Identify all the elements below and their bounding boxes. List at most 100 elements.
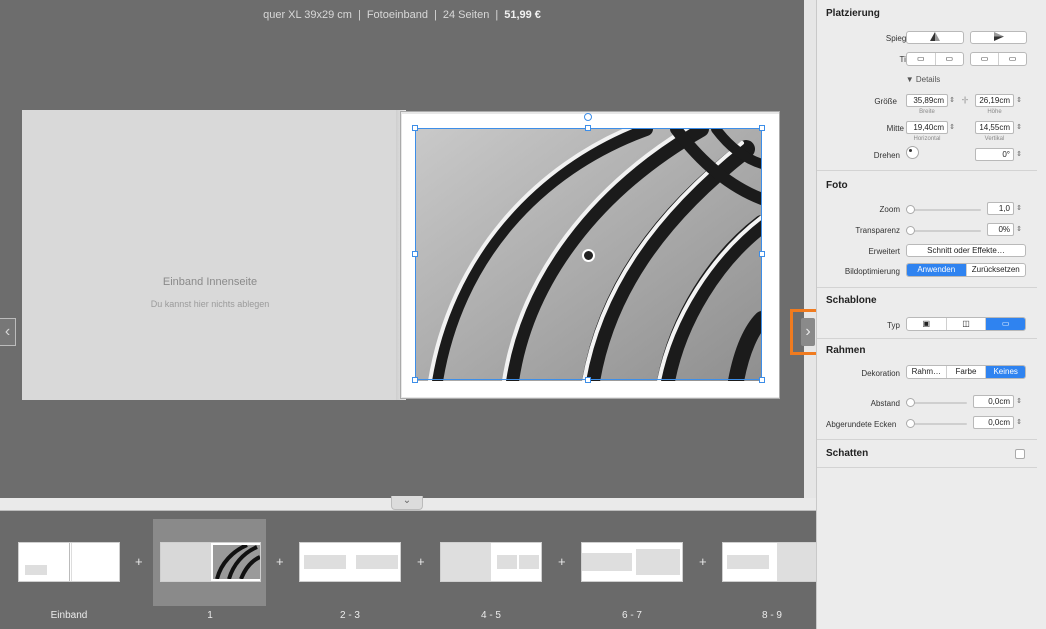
apply-optimization-button[interactable]: Anwenden — [907, 264, 967, 276]
height-stepper[interactable]: ⇕ — [1015, 94, 1023, 107]
send-backward-icon[interactable]: ▭ — [971, 53, 999, 65]
thumbnail-pages-4-5[interactable] — [440, 542, 542, 582]
transparency-field[interactable]: 0% — [987, 223, 1014, 236]
mirror-vertical-button[interactable] — [906, 31, 964, 44]
section-divider — [817, 338, 1037, 339]
depth-front-buttons[interactable]: ▭ ▭ — [906, 52, 964, 66]
book-info-header: quer XL 39x29 cm | Fotoeinband | 24 Seiten | 5… — [263, 9, 541, 21]
rotate-label: Drehen — [873, 151, 900, 160]
editor-canvas[interactable]: quer XL 39x29 cm | Fotoeinband | 24 Seiten | 5… — [0, 0, 804, 498]
zoom-stepper[interactable]: ⇕ — [1015, 202, 1023, 215]
book-pages: 24 Seiten — [442, 9, 490, 21]
distance-label: Abstand — [870, 399, 900, 408]
thumbnail-label-8-9: 8 - 9 — [761, 610, 782, 621]
resize-handle-top[interactable] — [585, 125, 591, 131]
resize-handle-left[interactable] — [412, 251, 418, 257]
transparency-label: Transparenz — [855, 226, 900, 235]
add-page-icon[interactable]: + — [558, 554, 566, 569]
rotate-field[interactable]: 0° — [975, 148, 1014, 161]
center-horizontal-stepper[interactable]: ⇕ — [948, 121, 956, 134]
resize-handle-right[interactable] — [759, 251, 765, 257]
book-format: quer XL 39x29 cm — [263, 9, 352, 21]
thumbnail-pages-6-7[interactable] — [581, 542, 683, 582]
zoom-field[interactable]: 1,0 — [987, 202, 1014, 215]
send-to-back-icon[interactable]: ▭ — [999, 53, 1026, 65]
resize-handle-bl[interactable] — [412, 377, 418, 383]
book-binding: Fotoeinband — [366, 9, 428, 21]
template-photo-icon[interactable]: ▣ — [907, 318, 947, 330]
add-page-icon[interactable]: + — [417, 554, 425, 569]
horizontal-sublabel: Horizontal — [913, 136, 941, 142]
bring-forward-icon[interactable]: ▭ — [907, 53, 936, 65]
book-price: 51,99 € — [504, 9, 541, 21]
rounded-corners-field[interactable]: 0,0cm — [973, 416, 1014, 429]
cover-inner-page: Einband Innenseite Du kannst hier nichts… — [22, 110, 398, 400]
decoration-none-option[interactable]: Keines — [986, 366, 1025, 378]
center-vertical-stepper[interactable]: ⇕ — [1015, 121, 1023, 134]
rotate-dial[interactable] — [906, 146, 919, 159]
thumbnail-page-1[interactable] — [160, 542, 261, 582]
reset-optimization-button[interactable]: Zurücksetzen — [967, 264, 1026, 276]
zoom-slider[interactable] — [909, 209, 981, 211]
resize-handle-bottom[interactable] — [585, 377, 591, 383]
distance-slider-knob[interactable] — [906, 398, 915, 407]
move-handle-icon[interactable] — [582, 249, 595, 262]
template-empty-icon[interactable]: ▭ — [986, 318, 1025, 330]
distance-stepper[interactable]: ⇕ — [1015, 395, 1023, 408]
height-field[interactable]: 26,19cm — [975, 94, 1014, 107]
zoom-label: Zoom — [879, 205, 900, 214]
shadow-checkbox[interactable] — [1015, 449, 1025, 459]
resize-handle-tl[interactable] — [412, 125, 418, 131]
add-page-icon[interactable]: + — [135, 554, 143, 569]
mirror-horizontal-button[interactable] — [970, 31, 1027, 44]
transparency-slider[interactable] — [909, 230, 981, 232]
depth-back-buttons[interactable]: ▭ ▭ — [970, 52, 1027, 66]
decoration-color-option[interactable]: Farbe — [947, 366, 987, 378]
thumbnail-label-1: 1 — [207, 610, 213, 621]
rounded-corners-stepper[interactable]: ⇕ — [1015, 416, 1023, 429]
add-page-icon[interactable]: + — [276, 554, 284, 569]
type-label: Typ — [887, 321, 900, 330]
decoration-segment[interactable]: Rahm… Farbe Keines — [906, 365, 1026, 379]
collapse-strip-button[interactable]: ⌄ — [391, 496, 423, 510]
center-horizontal-field[interactable]: 19,40cm — [906, 121, 948, 134]
template-text-icon[interactable]: ◫ — [947, 318, 987, 330]
transparency-slider-knob[interactable] — [906, 226, 915, 235]
resize-handle-tr[interactable] — [759, 125, 765, 131]
thumbnail-pages-8-9[interactable] — [722, 542, 817, 582]
rounded-corners-slider-knob[interactable] — [906, 419, 915, 428]
width-stepper[interactable]: ⇕ — [948, 94, 956, 107]
section-template-title: Schablone — [826, 295, 877, 306]
previous-page-button[interactable]: ‹ — [0, 318, 16, 346]
resize-handle-br[interactable] — [759, 377, 765, 383]
cover-inner-hint: Du kannst hier nichts ablegen — [150, 299, 270, 309]
size-label: Größe — [874, 97, 897, 106]
height-sublabel: Höhe — [987, 109, 1002, 115]
rotate-handle[interactable] — [584, 113, 592, 121]
image-optimization-segment[interactable]: Anwenden Zurücksetzen — [906, 263, 1026, 277]
rounded-corners-label: Abgerundete Ecken — [826, 420, 897, 429]
rounded-corners-slider[interactable] — [909, 423, 967, 425]
link-size-icon[interactable]: -|- — [957, 94, 973, 107]
thumbnail-label-2-3: 2 - 3 — [339, 610, 360, 621]
section-divider — [817, 467, 1037, 468]
transparency-stepper[interactable]: ⇕ — [1015, 223, 1023, 236]
template-type-segment[interactable]: ▣ ◫ ▭ — [906, 317, 1026, 331]
add-page-icon[interactable]: + — [699, 554, 707, 569]
bring-to-front-icon[interactable]: ▭ — [936, 53, 964, 65]
rotate-stepper[interactable]: ⇕ — [1015, 148, 1023, 161]
mirror-horizontal-icon — [993, 32, 1004, 41]
width-field[interactable]: 35,89cm — [906, 94, 948, 107]
thumbnail-photo-icon — [213, 543, 261, 580]
cut-or-effects-button[interactable]: Schnitt oder Effekte… — [906, 244, 1026, 257]
decoration-frame-option[interactable]: Rahm… — [907, 366, 947, 378]
distance-slider[interactable] — [909, 402, 967, 404]
center-label: Mitte — [886, 124, 904, 133]
thumbnail-pages-2-3[interactable] — [299, 542, 401, 582]
section-frame-title: Rahmen — [826, 345, 866, 356]
center-vertical-field[interactable]: 14,55cm — [975, 121, 1014, 134]
details-disclosure[interactable]: ▼ Details — [897, 75, 949, 84]
zoom-slider-knob[interactable] — [906, 205, 915, 214]
distance-field[interactable]: 0,0cm — [973, 395, 1014, 408]
thumbnail-cover[interactable] — [18, 542, 120, 582]
